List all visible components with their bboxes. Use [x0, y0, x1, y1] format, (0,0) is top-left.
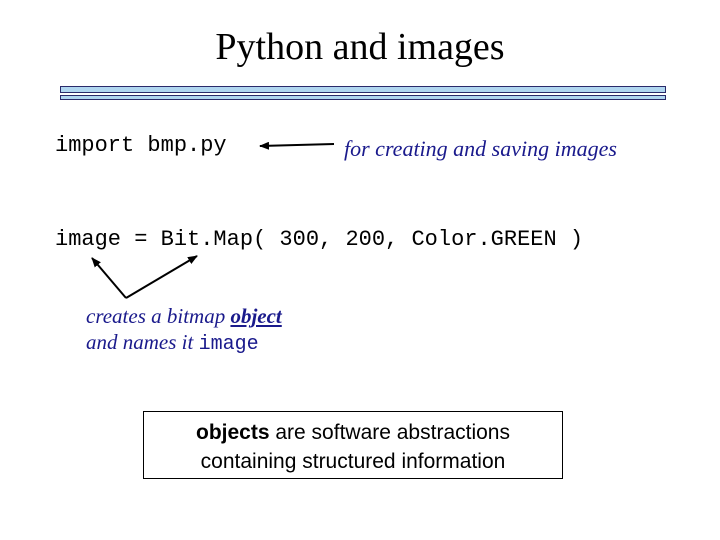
definition-box: objects are software abstractions contai…: [143, 411, 563, 479]
bitmap-note-line2: and names it image: [86, 329, 282, 358]
slide: Python and images import bmp.py for crea…: [0, 0, 720, 540]
definition-line1-rest: are software abstractions: [269, 421, 510, 444]
bitmap-note-line1: creates a bitmap object: [86, 303, 282, 329]
image-variable-name: image: [198, 333, 259, 356]
bitmap-note-prefix: creates a bitmap: [86, 304, 231, 328]
title-underline-bar-top: [60, 86, 666, 93]
definition-line2: containing structured information: [200, 450, 506, 473]
bitmap-note: creates a bitmap object and names it ima…: [86, 303, 282, 358]
import-note: for creating and saving images: [344, 136, 617, 161]
arrow-to-bitmap-call: [125, 255, 198, 299]
slide-title: Python and images: [215, 26, 505, 68]
import-note-arrow: [259, 141, 335, 150]
definition-line1: objects are software abstractions: [144, 418, 562, 447]
title-underline-bar-bottom: [60, 95, 666, 100]
arrow-to-image-name: [91, 257, 127, 299]
bitmap-code-line: image = Bit.Map( 300, 200, Color.GREEN ): [55, 227, 584, 252]
bitmap-note-line2-prefix: and names it: [86, 330, 199, 354]
definition-term: objects: [196, 421, 270, 444]
object-term: object: [230, 304, 282, 328]
import-code-line: import bmp.py: [55, 133, 227, 158]
